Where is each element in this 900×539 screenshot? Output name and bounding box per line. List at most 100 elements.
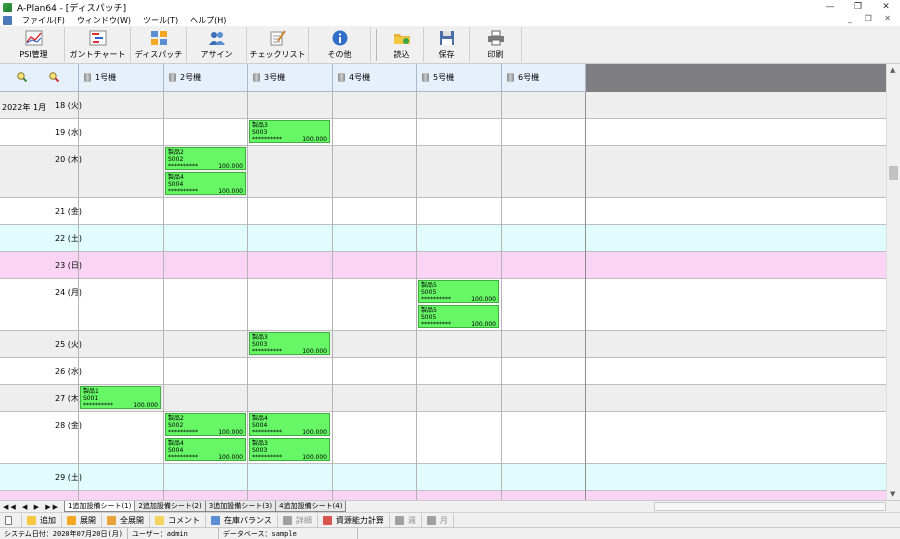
machine-label: 5号機 bbox=[433, 73, 455, 82]
zoom-out-icon[interactable] bbox=[49, 71, 60, 84]
mdi-window-controls[interactable]: _ ❐ ✕ bbox=[848, 14, 896, 23]
bottom-button-label: 詳細 bbox=[295, 515, 312, 525]
task-card[interactable]: 製品3 S003 ********** 100.000 bbox=[249, 438, 330, 461]
machine-header-1[interactable]: 1号機 bbox=[79, 64, 164, 92]
machine-header-3[interactable]: 3号機 bbox=[248, 64, 333, 92]
load-label: 読込 bbox=[393, 49, 410, 59]
other-button[interactable]: その他 bbox=[309, 27, 371, 62]
comment-icon bbox=[155, 515, 164, 525]
machine-header-5[interactable]: 5号機 bbox=[417, 64, 502, 92]
document-icon[interactable] bbox=[3, 15, 12, 25]
task-stars: ********** bbox=[168, 163, 198, 170]
psi-label: PSI管理 bbox=[19, 49, 48, 59]
checklist-button[interactable]: チェックリスト bbox=[247, 27, 309, 62]
bottom-button-label: 全展開 bbox=[120, 515, 144, 525]
machine-header-2[interactable]: 2号機 bbox=[164, 64, 248, 92]
task-product: 製品4 bbox=[168, 440, 184, 447]
task-card[interactable]: 製品4 S004 ********** 100.000 bbox=[165, 172, 246, 195]
restore-button[interactable]: ❐ bbox=[844, 0, 872, 14]
machine-header-6[interactable]: 6号機 bbox=[502, 64, 586, 92]
horizontal-scrollbar[interactable] bbox=[654, 502, 886, 511]
task-card[interactable]: 製品2 S002 ********** 100.000 bbox=[165, 413, 246, 436]
menu-tools[interactable]: ツール(T) bbox=[137, 15, 184, 26]
machine-icon bbox=[338, 73, 345, 82]
expand-all-button[interactable]: 全展開 bbox=[102, 513, 150, 527]
task-code: S004 bbox=[252, 422, 268, 429]
task-qty: 100.000 bbox=[302, 348, 327, 355]
gantt-button[interactable]: ガントチャート bbox=[65, 27, 131, 62]
assign-button[interactable]: アサイン bbox=[187, 27, 247, 62]
add-button[interactable]: 追加 bbox=[22, 513, 62, 527]
task-code: S003 bbox=[252, 129, 268, 136]
save-button[interactable]: 保存 bbox=[424, 27, 470, 62]
sheet-tab-4[interactable]: 4追加設備シート(4) bbox=[275, 501, 347, 512]
task-card[interactable]: 製品4 S004 ********** 100.000 bbox=[249, 413, 330, 436]
task-stars: ********** bbox=[252, 429, 282, 436]
task-qty: 100.000 bbox=[218, 163, 243, 170]
capacity-button[interactable]: 資源能力計算 bbox=[318, 513, 390, 527]
close-button[interactable]: ✕ bbox=[872, 0, 900, 14]
bottom-button-label: 資源能力計算 bbox=[335, 515, 384, 525]
day-row[interactable]: 19 (水) bbox=[0, 119, 886, 146]
dispatch-button[interactable]: ディスパッチ bbox=[131, 27, 187, 62]
week-button[interactable]: 週 bbox=[390, 513, 422, 527]
task-card[interactable]: 製品1 S001 ********** 100.000 bbox=[80, 386, 161, 409]
task-card[interactable]: 製品4 S004 ********** 100.000 bbox=[165, 438, 246, 461]
status-bar: システム日付：2020年07月20日(月) ユーザー：admin データベース：… bbox=[0, 527, 900, 539]
sheet-tab-2[interactable]: 2追加設備シート(2) bbox=[134, 501, 206, 512]
psi-chart-icon bbox=[25, 30, 43, 46]
scroll-thumb[interactable] bbox=[889, 166, 898, 180]
task-card[interactable]: 製品2 S002 ********** 100.000 bbox=[165, 147, 246, 170]
task-code: S005 bbox=[421, 289, 437, 296]
menu-bar: ファイル(F) ウィンドウ(W) ツール(T) ヘルプ(H) _ ❐ ✕ bbox=[0, 14, 900, 26]
day-row[interactable]: 23 (日) bbox=[0, 252, 886, 279]
day-row[interactable]: 22 (土) bbox=[0, 225, 886, 252]
expand-button[interactable]: 展開 bbox=[62, 513, 102, 527]
day-row[interactable]: 21 (金) bbox=[0, 198, 886, 225]
app-logo-icon bbox=[3, 2, 12, 12]
task-product: 製品3 bbox=[252, 440, 268, 447]
day-row[interactable]: 18 (火) bbox=[0, 92, 886, 119]
day-row[interactable]: 26 (水) bbox=[0, 358, 886, 385]
pointer-button[interactable] bbox=[0, 513, 22, 527]
day-row[interactable]: 20 (木) bbox=[0, 146, 886, 198]
column-divider bbox=[247, 92, 248, 500]
status-database: データベース：sample bbox=[219, 528, 358, 539]
menu-file[interactable]: ファイル(F) bbox=[16, 15, 71, 26]
menu-help[interactable]: ヘルプ(H) bbox=[184, 15, 232, 26]
task-card[interactable]: 製品5 S005 ********** 100.000 bbox=[418, 305, 499, 328]
day-row[interactable]: 28 (金) bbox=[0, 412, 886, 464]
task-card[interactable]: 製品5 S005 ********** 100.000 bbox=[418, 280, 499, 303]
checklist-label: チェックリスト bbox=[249, 49, 306, 59]
print-button[interactable]: 印刷 bbox=[470, 27, 522, 62]
menu-window[interactable]: ウィンドウ(W) bbox=[71, 15, 137, 26]
task-card[interactable]: 製品3 S003 ********** 100.000 bbox=[249, 332, 330, 355]
comment-button[interactable]: コメント bbox=[150, 513, 206, 527]
task-card[interactable]: 製品3 S003 ********** 100.000 bbox=[249, 120, 330, 143]
machine-header-4[interactable]: 4号機 bbox=[333, 64, 417, 92]
minimize-button[interactable]: — bbox=[816, 0, 844, 14]
inventory-icon bbox=[211, 515, 220, 525]
sheet-nav-arrows[interactable]: ◀◀ ◀ ▶ ▶▶ bbox=[3, 503, 60, 511]
task-qty: 100.000 bbox=[302, 454, 327, 461]
machine-label: 1号機 bbox=[95, 73, 117, 82]
month-button[interactable]: 月 bbox=[422, 513, 454, 527]
column-divider bbox=[501, 92, 502, 500]
column-divider bbox=[78, 92, 79, 500]
scroll-down-icon[interactable]: ▼ bbox=[890, 490, 895, 498]
inventory-button[interactable]: 在庫バランス bbox=[206, 513, 278, 527]
zoom-in-icon[interactable] bbox=[17, 71, 28, 84]
load-button[interactable]: 読込 bbox=[380, 27, 424, 62]
machine-label: 3号機 bbox=[264, 73, 286, 82]
psi-button[interactable]: PSI管理 bbox=[3, 27, 65, 62]
gantt-label: ガントチャート bbox=[69, 49, 126, 59]
vertical-scrollbar[interactable]: ▲ ▼ bbox=[886, 64, 900, 500]
scroll-up-icon[interactable]: ▲ bbox=[890, 66, 895, 74]
sheet-tab-1[interactable]: 1追加設備シート(1) bbox=[63, 501, 136, 512]
sheet-tab-3[interactable]: 3追加設備シート(3) bbox=[204, 501, 277, 512]
detail-button[interactable]: 詳細 bbox=[278, 513, 318, 527]
day-row[interactable] bbox=[0, 491, 886, 500]
day-row[interactable]: 25 (火) bbox=[0, 331, 886, 358]
capacity-icon bbox=[322, 515, 332, 525]
day-row[interactable]: 29 (土) bbox=[0, 464, 886, 491]
